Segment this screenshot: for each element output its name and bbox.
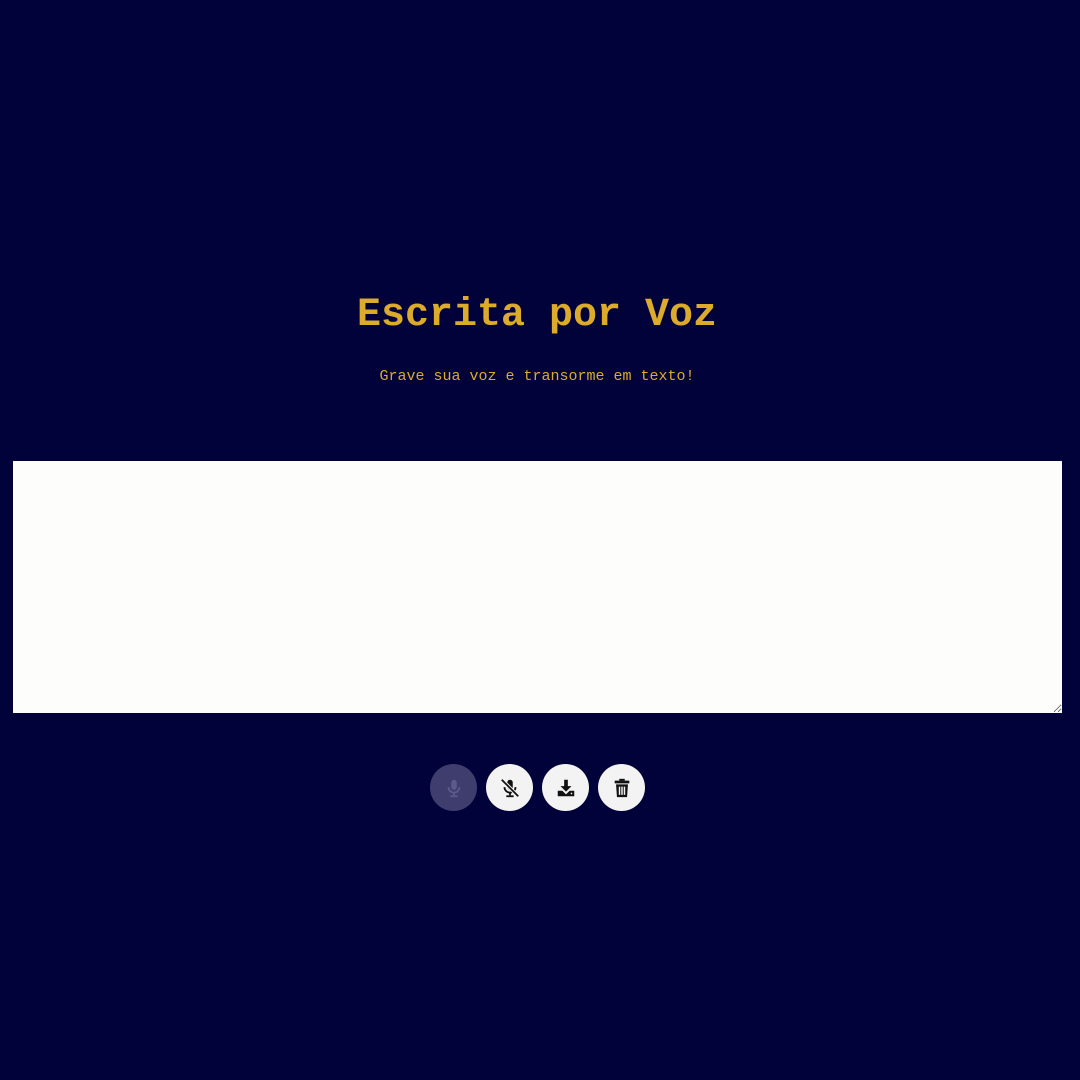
microphone-slash-icon [499, 777, 521, 799]
page-subtitle: Grave sua voz e transorme em texto! [379, 368, 695, 385]
download-button[interactable] [542, 764, 589, 811]
stop-button[interactable] [486, 764, 533, 811]
trash-icon [611, 777, 633, 799]
microphone-icon [443, 777, 465, 799]
transcript-textarea[interactable] [13, 461, 1062, 713]
record-button[interactable] [430, 764, 477, 811]
app-page: Escrita por Voz Grave sua voz e transorm… [0, 0, 1080, 1080]
clear-button[interactable] [598, 764, 645, 811]
controls-toolbar [430, 764, 646, 812]
download-icon [555, 777, 577, 799]
page-title: Escrita por Voz [356, 293, 718, 338]
